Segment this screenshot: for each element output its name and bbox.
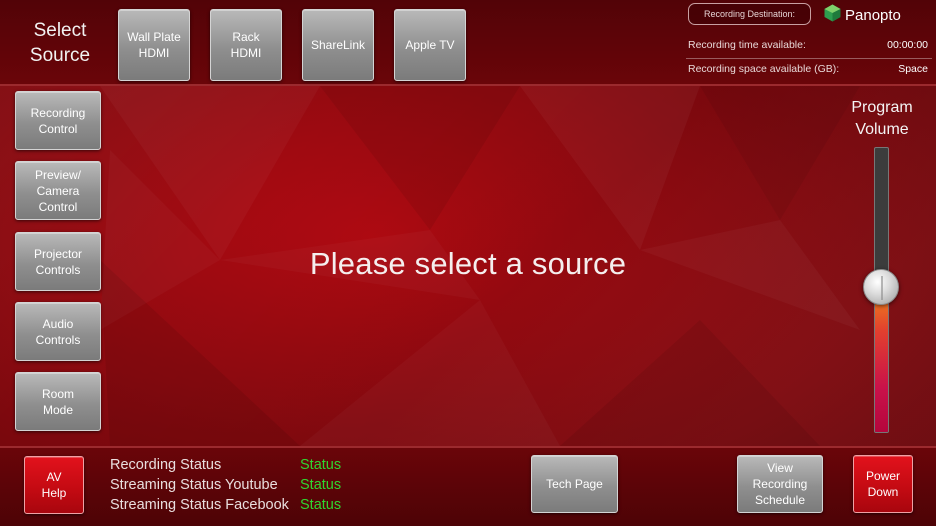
panopto-brand-text: Panopto [845,6,901,24]
recording-status-label: Recording Status [110,457,222,473]
select-source-title: Select Source [29,20,91,66]
recording-space-label: Recording space available (GB): [688,63,840,75]
power-down-button[interactable]: Power Down [853,455,913,513]
panopto-brand: Panopto [824,4,901,27]
source-rack-hdmi-button[interactable]: Rack HDMI [210,9,282,81]
touch-panel: Select Source Wall Plate HDMI Rack HDMI … [0,0,936,526]
header-bar: Select Source Wall Plate HDMI Rack HDMI … [0,0,936,86]
sidebar-item-projector-controls[interactable]: Projector Controls [15,232,101,291]
volume-level-fill [875,287,888,432]
panopto-logo-icon [824,4,841,27]
facebook-status-value: Status [300,497,342,513]
av-help-button[interactable]: AV Help [24,456,84,514]
source-apple-tv-button[interactable]: Apple TV [394,9,466,81]
recording-time-row: Recording time available: 00:00:00 [688,36,930,56]
sidebar-item-audio-controls[interactable]: Audio Controls [15,302,101,361]
recording-status-value: Status [300,457,342,473]
sidebar-item-room-mode[interactable]: Room Mode [15,372,101,431]
info-divider [686,58,932,59]
recording-time-label: Recording time available: [688,39,806,51]
source-wall-plate-hdmi-button[interactable]: Wall Plate HDMI [118,9,190,81]
youtube-status-value: Status [300,477,342,493]
facebook-status-label: Streaming Status Facebook [110,497,289,513]
knob-grip [881,276,883,301]
slider-knob-icon[interactable] [863,269,899,306]
recording-time-value: 00:00:00 [887,39,928,51]
recording-space-value: Space [898,63,928,75]
youtube-status-label: Streaming Status Youtube [110,477,278,493]
footer-bar: AV Help Recording Status Status Streamin… [0,446,936,526]
recording-destination-button[interactable]: Recording Destination: [688,3,811,25]
sidebar-item-preview-camera-control[interactable]: Preview/ Camera Control [15,161,101,220]
program-volume-title: Program Volume [851,99,913,138]
select-source-message: Please select a source [309,246,627,281]
tech-page-button[interactable]: Tech Page [531,455,618,513]
source-sharelink-button[interactable]: ShareLink [302,9,374,81]
sidebar-item-recording-control[interactable]: Recording Control [15,91,101,150]
recording-space-row: Recording space available (GB): Space [688,60,930,80]
view-recording-schedule-button[interactable]: View Recording Schedule [737,455,823,513]
